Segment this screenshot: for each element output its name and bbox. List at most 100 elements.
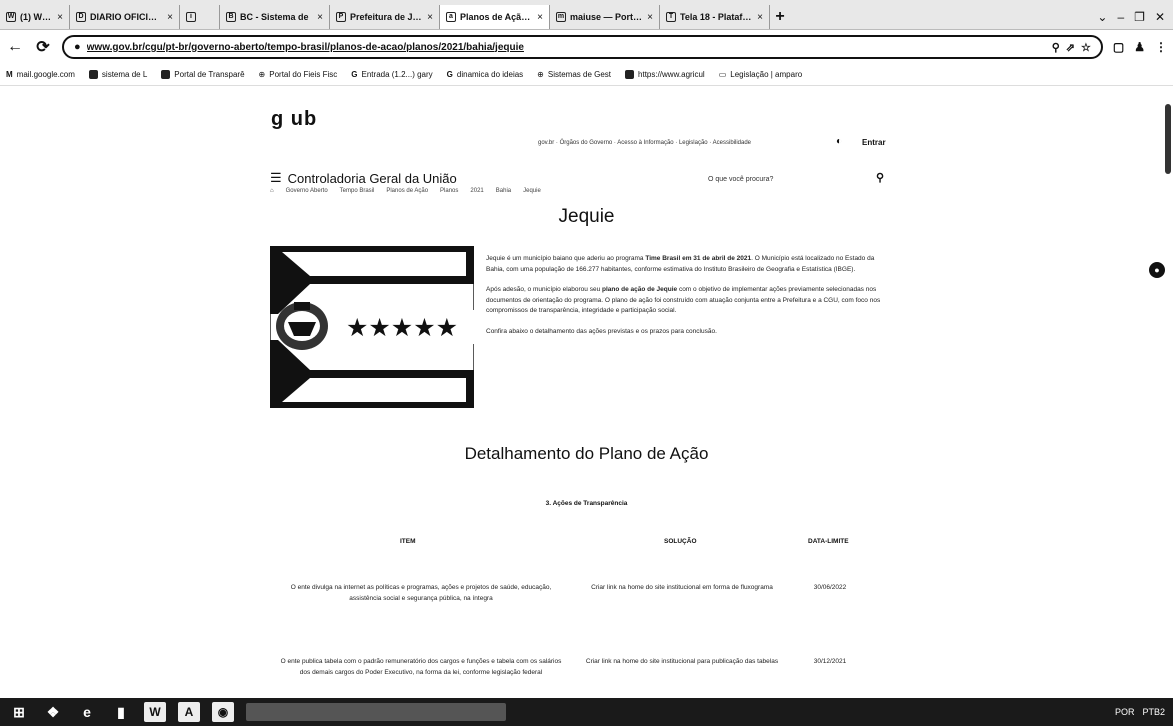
table-cell-data: 30/06/2022 xyxy=(813,584,847,591)
close-icon[interactable]: × xyxy=(167,12,173,23)
entrar-button[interactable]: Entrar xyxy=(862,138,886,147)
bookmark-label: sistema de L xyxy=(101,70,148,79)
tab-label: Tela 18 - Plataforma xyxy=(680,12,753,22)
star-icon[interactable]: ☆ xyxy=(1081,41,1091,54)
share-icon[interactable]: ⇗ xyxy=(1066,41,1075,54)
bookmark-item[interactable]: ▭ Legislação | amparo xyxy=(719,70,802,79)
windows-start-icon[interactable]: ⊞ xyxy=(8,702,30,722)
gov-br-logo[interactable]: g ub xyxy=(271,108,317,131)
menu-hamburger-icon[interactable]: ☰ xyxy=(270,170,282,186)
chrome-icon[interactable]: ◉ xyxy=(212,702,234,722)
tab-whatsapp[interactable]: W (1) WhatsApp × xyxy=(0,5,70,29)
lock-icon[interactable]: ● xyxy=(74,41,81,53)
menu-icon[interactable]: ⋮ xyxy=(1155,40,1167,54)
bookmark-item[interactable]: ⊕ Portal do Fieis Fisc xyxy=(259,70,338,79)
bookmark-item[interactable]: Gdinamica do ideias xyxy=(447,70,524,79)
gmail-icon: M xyxy=(6,70,13,79)
search-input[interactable]: O que você procura? xyxy=(708,176,773,183)
tab-maiuse[interactable]: m maiuse — Português× xyxy=(550,5,660,29)
close-icon[interactable]: × xyxy=(757,12,763,23)
bookmark-item[interactable]: Portal de Transparê xyxy=(161,70,245,79)
bookmark-item[interactable]: sistema de L xyxy=(88,70,148,79)
whatsapp-icon: W xyxy=(6,12,16,22)
bookmark-label: Entrada (1.2...) gary xyxy=(361,70,433,79)
bookmark-item[interactable]: https://www.agricul xyxy=(625,70,705,79)
breadcrumb-item[interactable]: Bahia xyxy=(496,188,511,194)
url-text[interactable]: www.gov.br/cgu/pt-br/governo-aberto/temp… xyxy=(87,42,1046,53)
home-icon[interactable]: ⌂ xyxy=(270,188,274,194)
jequie-flag-image: ★★★★★ xyxy=(270,246,474,408)
close-icon[interactable]: × xyxy=(537,12,543,23)
address-bar[interactable]: ● www.gov.br/cgu/pt-br/governo-aberto/te… xyxy=(62,35,1103,59)
minimize-icon[interactable]: – xyxy=(1117,10,1124,24)
tab-diario-oficial[interactable]: D DIARIO OFICIAL DA × xyxy=(70,5,180,29)
tab-label: (1) WhatsApp xyxy=(20,12,53,22)
tab-planos-de-acao[interactable]: a Planos de Ação — × xyxy=(440,5,550,29)
intro-paragraph: Jequie é um município baiano que aderiu … xyxy=(486,254,890,275)
breadcrumb-item[interactable]: Tempo Brasil xyxy=(340,188,375,194)
profile-icon[interactable]: ♟ xyxy=(1134,40,1145,54)
breadcrumb-item[interactable]: Planos xyxy=(440,188,458,194)
bookmark-item[interactable]: ⊕ Sistemas de Gest xyxy=(537,70,611,79)
taskbar: ⊞ ❖ e ▮ W A ◉ POR PTB2 xyxy=(0,698,1173,726)
search-icon[interactable]: ⚲ xyxy=(876,171,884,184)
tab-label: Planos de Ação — xyxy=(460,12,534,22)
file-explorer-icon[interactable]: ▮ xyxy=(110,702,132,722)
window-controls: ⌄ – ❐ ✕ xyxy=(1089,5,1173,29)
bookmark-icon xyxy=(161,70,171,79)
breadcrumb-item[interactable]: Governo Aberto xyxy=(286,188,328,194)
page-icon: P xyxy=(336,12,346,22)
table-cell-solucao: Criar link na home do site institucional… xyxy=(591,584,773,591)
bookmark-label: mail.google.com xyxy=(16,70,75,79)
org-title-text: Controladoria Geral da União xyxy=(287,170,457,186)
scrollbar[interactable] xyxy=(1161,86,1173,698)
keyboard-indicator[interactable]: PTB2 xyxy=(1142,707,1165,717)
breadcrumb-item: Jequie xyxy=(523,188,541,194)
tab-label: maiuse — Português xyxy=(570,12,644,22)
pdf-icon[interactable]: A xyxy=(178,702,200,722)
bookmark-icon xyxy=(88,70,98,79)
text-bold: Time Brasil em 31 de abril de 2021 xyxy=(645,255,752,262)
sidepanel-icon[interactable]: ▢ xyxy=(1113,40,1124,54)
page-icon: D xyxy=(76,12,86,22)
tab-unnamed[interactable]: i xyxy=(180,5,220,29)
taskview-icon[interactable]: ❖ xyxy=(42,702,64,722)
bookmark-label: Legislação | amparo xyxy=(730,70,803,79)
bookmark-label: Portal do Fieis Fisc xyxy=(269,70,338,79)
globe-icon: ⊕ xyxy=(258,70,266,79)
tab-label: BC - Sistema de xyxy=(240,12,309,22)
breadcrumb-item[interactable]: Planos de Ação xyxy=(386,188,428,194)
close-icon[interactable]: × xyxy=(57,12,63,23)
zoom-icon[interactable]: ⚲ xyxy=(1052,41,1060,54)
close-icon[interactable]: × xyxy=(647,12,653,23)
word-icon[interactable]: W xyxy=(144,702,166,722)
chevron-down-icon[interactable]: ⌄ xyxy=(1097,10,1107,24)
reload-icon[interactable]: ⟳ xyxy=(34,37,52,57)
bookmark-label: https://www.agricul xyxy=(638,70,705,79)
page-icon: a xyxy=(446,12,456,22)
svg-text:★★★★★: ★★★★★ xyxy=(346,313,458,342)
contrast-icon[interactable]: ◐ xyxy=(836,136,842,147)
edge-icon[interactable]: e xyxy=(76,702,98,722)
bookmark-item[interactable]: G Entrada (1.2...) gary xyxy=(351,70,432,79)
scrollbar-thumb[interactable] xyxy=(1165,104,1171,174)
breadcrumb: ⌂ Governo Aberto Tempo Brasil Planos de … xyxy=(270,188,541,194)
column-header-data: DATA-LIMITE xyxy=(808,538,849,545)
close-icon[interactable]: × xyxy=(317,12,323,23)
language-indicator[interactable]: POR xyxy=(1115,707,1135,717)
tab-tela-18[interactable]: T Tela 18 - Plataforma × xyxy=(660,5,770,29)
new-tab-button[interactable]: + xyxy=(770,5,790,29)
close-window-icon[interactable]: ✕ xyxy=(1155,10,1165,24)
close-icon[interactable]: × xyxy=(427,12,433,23)
taskbar-search[interactable] xyxy=(246,703,506,721)
plan-link[interactable]: plano de ação de Jequie xyxy=(602,286,677,293)
table-caption: 3. Ações de Transparência xyxy=(545,500,628,507)
intro-text: Jequie é um município baiano que aderiu … xyxy=(486,254,890,347)
maximize-icon[interactable]: ❐ xyxy=(1134,10,1145,24)
tab-prefeitura[interactable]: P Prefeitura de Jequie× xyxy=(330,5,440,29)
top-links[interactable]: gov.br · Órgãos do Governo · Acesso à In… xyxy=(538,140,751,146)
bookmark-item[interactable]: Mmail.google.com xyxy=(6,70,75,79)
back-icon[interactable]: ← xyxy=(6,38,24,56)
breadcrumb-item[interactable]: 2021 xyxy=(470,188,483,194)
tab-bc-sistema[interactable]: B BC - Sistema de × xyxy=(220,5,330,29)
